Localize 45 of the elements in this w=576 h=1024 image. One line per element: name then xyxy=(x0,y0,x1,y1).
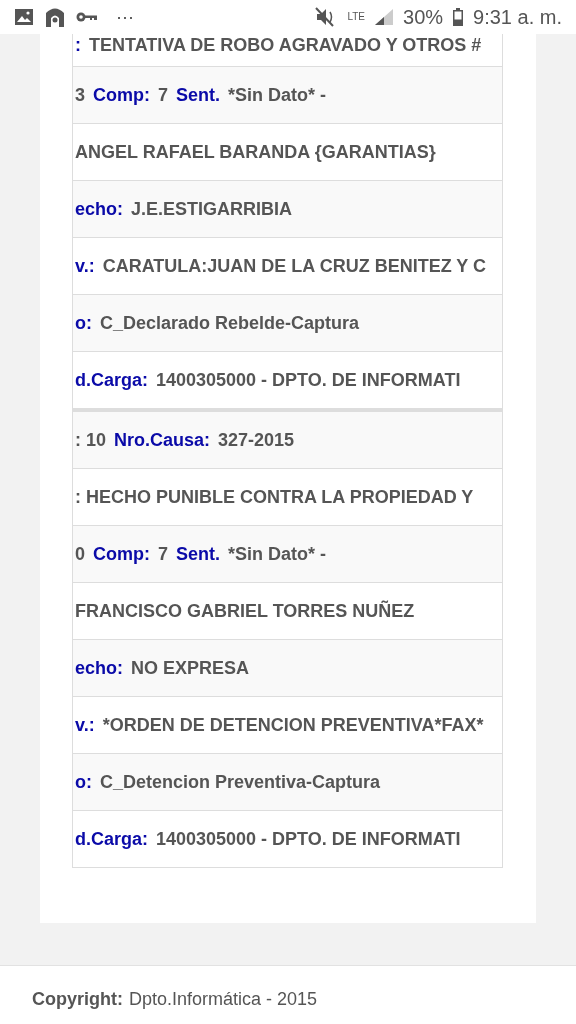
field-value: 3 xyxy=(75,83,85,107)
image-icon xyxy=(14,8,34,26)
field-label: o: xyxy=(75,770,92,794)
field-label: o: xyxy=(75,311,92,335)
field-value: C_Detencion Preventiva-Captura xyxy=(100,770,381,794)
network-type: LTE xyxy=(347,12,366,22)
field-label: d.Carga: xyxy=(75,368,148,392)
field-label: Nro.Causa: xyxy=(114,428,211,452)
field-value: NO EXPRESA xyxy=(131,656,250,680)
field-value: *Sin Dato* - xyxy=(228,542,327,566)
field-value: FRANCISCO GABRIEL TORRES NUÑEZ xyxy=(75,599,415,623)
field-value: CARATULA:JUAN DE LA CRUZ BENITEZ Y C xyxy=(102,254,486,278)
battery-icon xyxy=(453,8,464,26)
copyright-text: Dpto.Informática - 2015 xyxy=(129,988,318,1011)
field-label: Sent. xyxy=(176,542,221,566)
field-value: C_Declarado Rebelde-Captura xyxy=(100,311,360,335)
field-value: : HECHO PUNIBLE CONTRA LA PROPIEDAD Y xyxy=(75,485,474,509)
field-value: 7 xyxy=(158,542,169,566)
field-value: J.E.ESTIGARRIBIA xyxy=(131,197,293,221)
field-value: : 10 xyxy=(75,428,107,452)
field-label: Comp: xyxy=(93,83,150,107)
field-value: *Sin Dato* - xyxy=(228,83,327,107)
field-label: v.: xyxy=(75,713,95,737)
field-value: 1400305000 - DPTO. DE INFORMATI xyxy=(156,827,461,851)
field-label: Sent. xyxy=(176,83,221,107)
field-label: Comp: xyxy=(93,542,150,566)
field-value: ANGEL RAFAEL BARANDA {GARANTIAS} xyxy=(75,140,436,164)
copyright-label: Copyright: xyxy=(32,988,123,1011)
field-label: echo: xyxy=(75,197,123,221)
field-value: 327-2015 xyxy=(218,428,295,452)
key-icon xyxy=(76,11,98,23)
field-label: : xyxy=(75,33,81,57)
field-label: echo: xyxy=(75,656,123,680)
field-value: *ORDEN DE DETENCION PREVENTIVA*FAX* xyxy=(102,713,484,737)
field-value: TENTATIVA DE ROBO AGRAVADO Y OTROS # xyxy=(89,33,482,57)
arch-icon xyxy=(44,7,66,27)
more-indicator: ⋯ xyxy=(116,5,134,29)
field-value: 0 xyxy=(75,542,85,566)
clock: 9:31 a. m. xyxy=(473,5,562,30)
battery-percent: 30% xyxy=(403,5,444,30)
field-label: d.Carga: xyxy=(75,827,148,851)
field-value: 1400305000 - DPTO. DE INFORMATI xyxy=(156,368,461,392)
signal-icon xyxy=(375,9,394,25)
field-label: v.: xyxy=(75,254,95,278)
field-value: 7 xyxy=(158,83,169,107)
